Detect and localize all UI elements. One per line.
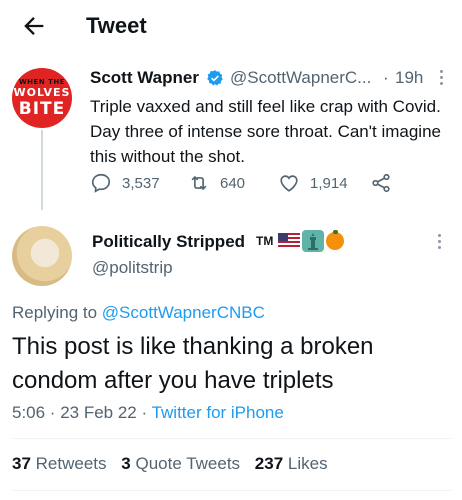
replying-prefix: Replying to (12, 303, 98, 322)
page-title: Tweet (86, 13, 147, 38)
retweet-icon (191, 175, 207, 191)
like-icon (280, 175, 298, 192)
retweet-count: 640 (220, 174, 246, 192)
retweet-button[interactable]: 640 (188, 172, 245, 194)
like-count: 1,914 (310, 174, 348, 192)
replying-to: Replying to @ScottWapnerCNBC (12, 303, 265, 323)
avatar-text-mid: WOLVES (13, 86, 71, 99)
tweet-meta: 5:06 · 23 Feb 22 · Twitter for iPhone (12, 403, 284, 423)
author-name[interactable]: Scott Wapner (90, 68, 199, 88)
tweet-stats: 37 Retweets 3 Quote Tweets 237 Likes (12, 454, 338, 474)
avatar-text-top: WHEN THE (18, 78, 66, 86)
divider (12, 438, 452, 439)
top-bar: Tweet (0, 0, 462, 52)
more-icon[interactable] (436, 234, 442, 252)
author-handle[interactable]: @ScottWapnerC... (230, 68, 380, 88)
reply-button[interactable]: 3,537 (90, 172, 160, 194)
divider (12, 490, 452, 491)
tweet-actions: 3,537 640 1,914 (90, 172, 410, 196)
tweet-timestamp[interactable]: 5:06 · 23 Feb 22 · (12, 403, 152, 422)
author-name[interactable]: Politically Stripped (92, 232, 245, 252)
orange-icon (326, 230, 344, 250)
verified-badge-icon (207, 70, 223, 86)
avatar-text-bottom: BITE (18, 99, 66, 119)
more-icon[interactable] (438, 70, 444, 88)
us-flag-icon (278, 233, 300, 249)
retweets-stat[interactable]: 37 Retweets (12, 454, 107, 473)
reply-count: 3,537 (122, 174, 160, 192)
back-arrow-icon[interactable] (20, 12, 48, 40)
reply-icon (91, 173, 111, 193)
mention-link[interactable]: @ScottWapnerCNBC (102, 303, 265, 322)
statue-of-liberty-icon (302, 230, 324, 252)
source-link[interactable]: Twitter for iPhone (152, 403, 284, 422)
trademark-label: TM (256, 234, 274, 248)
share-icon (372, 173, 390, 193)
avatar[interactable]: WHEN THE WOLVES BITE (12, 68, 72, 128)
quote-tweets-stat[interactable]: 3 Quote Tweets (121, 454, 240, 473)
avatar[interactable] (12, 226, 72, 286)
author-handle[interactable]: @politstrip (92, 258, 173, 278)
share-button[interactable] (370, 172, 392, 194)
tweet-text: Triple vaxxed and still feel like crap w… (90, 97, 441, 166)
tweet-text: This post is like thanking a broken cond… (12, 333, 374, 394)
likes-stat[interactable]: 237 Likes (255, 454, 328, 473)
separator-dot: · (383, 68, 389, 87)
thread-connector (41, 130, 43, 210)
like-button[interactable]: 1,914 (278, 172, 348, 194)
tweet-time[interactable]: 19h (395, 68, 423, 88)
